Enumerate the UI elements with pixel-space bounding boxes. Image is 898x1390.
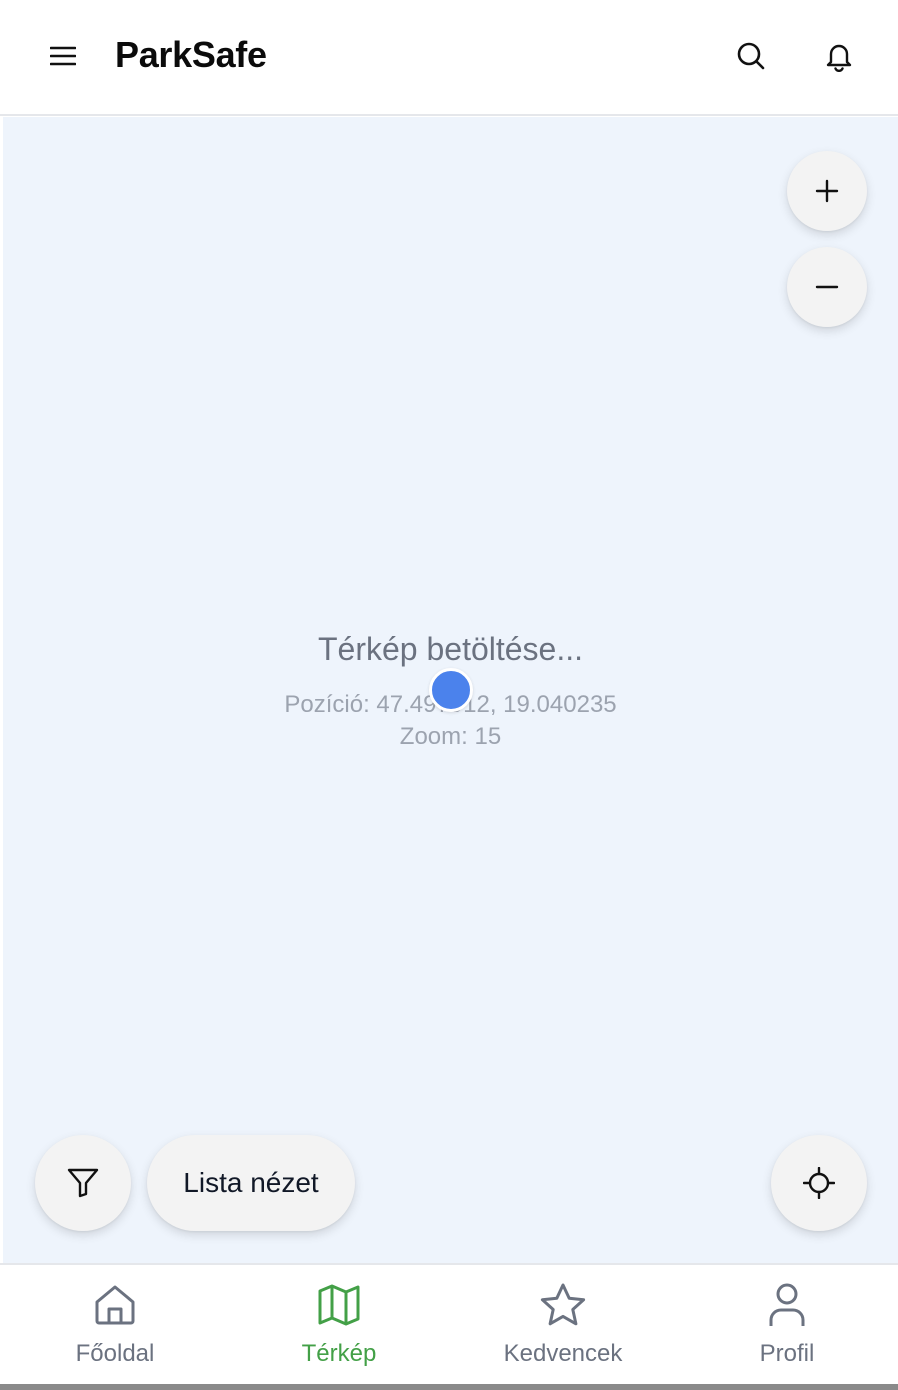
home-icon: [91, 1281, 139, 1329]
nav-item-map[interactable]: Térkép: [227, 1265, 451, 1384]
search-icon: [737, 42, 765, 70]
menu-icon: [50, 46, 76, 66]
nav-item-profile[interactable]: Profil: [675, 1265, 898, 1384]
nav-item-home[interactable]: Főoldal: [3, 1265, 227, 1384]
map-zoom-readout: Zoom: 15: [399, 723, 502, 750]
star-icon: [539, 1281, 587, 1329]
app-title: ParkSafe: [115, 34, 267, 75]
nav-label-home: Főoldal: [75, 1340, 155, 1367]
bottom-navigation: Főoldal Térkép Kedvencek Profil: [0, 1263, 898, 1384]
nav-label-favorites: Kedvencek: [503, 1340, 623, 1367]
menu-button[interactable]: [39, 32, 87, 80]
nav-label-map: Térkép: [301, 1340, 377, 1367]
nav-item-favorites[interactable]: Kedvencek: [451, 1265, 675, 1384]
locate-me-button[interactable]: [771, 1135, 867, 1231]
filter-button[interactable]: [35, 1135, 131, 1231]
plus-icon: [815, 179, 839, 203]
map-icon: [315, 1281, 363, 1329]
minus-icon: [815, 285, 839, 289]
zoom-in-button[interactable]: [787, 151, 867, 231]
zoom-out-button[interactable]: [787, 247, 867, 327]
map-view[interactable]: Térkép betöltése... Pozíció: 47.497912, …: [3, 117, 898, 1263]
crosshair-icon: [803, 1167, 835, 1199]
app-header: ParkSafe: [0, 0, 898, 116]
bottom-edge-bar: [0, 1384, 898, 1390]
filter-icon: [67, 1168, 99, 1198]
nav-label-profile: Profil: [759, 1340, 815, 1367]
notifications-button[interactable]: [815, 32, 863, 80]
map-loading-title: Térkép betöltése...: [317, 631, 584, 667]
bell-icon: [826, 44, 852, 72]
list-view-button[interactable]: Lista nézet: [147, 1135, 355, 1231]
search-button[interactable]: [727, 32, 775, 80]
app-root: ParkSafe Térkép betöltése... Pozíció: 19…: [0, 0, 898, 1390]
user-icon: [763, 1281, 811, 1329]
current-location-marker: [429, 668, 473, 712]
list-view-label: Lista nézet: [183, 1167, 319, 1198]
